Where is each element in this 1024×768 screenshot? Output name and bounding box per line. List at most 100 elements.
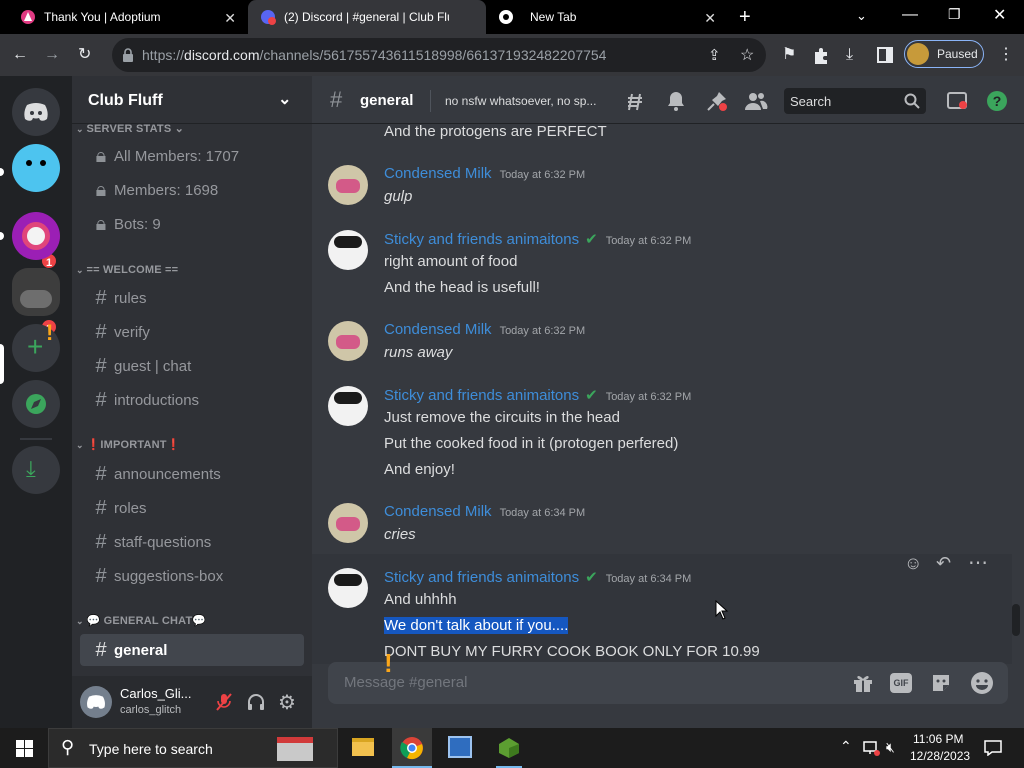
message-author[interactable]: Condensed Milk Today at 6:34 PM — [384, 503, 585, 520]
new-tab-button[interactable]: + — [739, 6, 751, 29]
sticker-icon[interactable] — [930, 672, 952, 694]
close-window-icon[interactable]: ✕ — [993, 5, 1006, 25]
windows-start-icon[interactable] — [16, 740, 33, 757]
remote-desktop-icon[interactable] — [448, 736, 472, 758]
channel-rules[interactable]: # rules — [80, 282, 304, 314]
message-author[interactable]: Condensed Milk Today at 6:32 PM — [384, 165, 585, 182]
avatar[interactable] — [80, 686, 112, 718]
add-server-button[interactable]: + ! — [12, 320, 60, 372]
flag-extension-icon[interactable]: ⚑ — [782, 47, 796, 63]
gif-icon[interactable]: GIF — [890, 673, 912, 693]
channel-sidebar: Club Fluff ⌄ ⌄ SERVER STATS ⌄ 🔒︎ All Memb… — [72, 76, 312, 728]
category-important[interactable]: ⌄ ❗IMPORTANT❗ — [76, 438, 181, 451]
user-display-name[interactable]: Carlos_Gli... — [120, 686, 192, 701]
forward-icon[interactable]: → — [44, 47, 60, 63]
server-icon-film[interactable] — [12, 212, 60, 260]
taskbar-time[interactable]: 11:06 PM — [913, 732, 963, 746]
avatar[interactable] — [328, 165, 368, 205]
channel-guest-chat[interactable]: # guest | chat — [80, 350, 304, 382]
tab-adoptium[interactable]: Thank You | Adoptium ✕ — [8, 0, 246, 34]
avatar[interactable] — [328, 568, 368, 608]
pin-icon[interactable] — [706, 90, 728, 112]
share-icon[interactable]: ⇪ — [708, 46, 721, 64]
download-icon[interactable]: ⤓ — [846, 47, 853, 63]
message-author[interactable]: Condensed Milk Today at 6:32 PM — [384, 321, 585, 338]
show-hidden-icons-icon[interactable]: ⌃ — [840, 738, 852, 755]
channel-staff-questions[interactable]: # staff-questions — [80, 526, 304, 558]
tab-search-icon[interactable]: ⌄ — [856, 8, 867, 24]
avatar[interactable] — [328, 386, 368, 426]
channel-members[interactable]: 🔒︎ Members: 1698 — [80, 174, 304, 206]
tab-new-tab[interactable]: New Tab ✕ — [488, 0, 726, 34]
back-icon[interactable]: ← — [12, 47, 28, 63]
members-icon[interactable] — [744, 90, 768, 112]
category-welcome[interactable]: ⌄ == WELCOME == — [76, 264, 178, 276]
taskbar-chrome-button[interactable] — [392, 728, 432, 768]
gift-icon[interactable] — [852, 672, 874, 694]
hash-icon: # — [95, 462, 107, 485]
category-server-stats[interactable]: ⌄ SERVER STATS ⌄ — [76, 122, 184, 135]
channel-announcements[interactable]: # announcements — [80, 458, 304, 490]
headphones-icon[interactable] — [246, 692, 266, 712]
network-icon[interactable] — [862, 740, 880, 756]
category-general-chat[interactable]: ⌄ 💬 GENERAL CHAT💬 — [76, 614, 206, 627]
tab-discord[interactable]: (2) Discord | #general | Club Fluff — [248, 0, 486, 34]
close-tab-icon[interactable]: ✕ — [704, 10, 716, 27]
minimize-icon[interactable]: — — [902, 6, 918, 24]
scrollbar-thumb[interactable] — [1012, 604, 1020, 636]
chrome-icon — [400, 737, 423, 760]
message-author[interactable]: Sticky and friends animaitons ✔ Today at 6… — [384, 386, 691, 404]
explore-servers-button[interactable] — [12, 380, 60, 428]
add-reaction-icon[interactable]: ☺ — [904, 553, 922, 574]
chrome-menu-icon[interactable]: ⋮ — [998, 47, 1014, 63]
restore-icon[interactable]: ❐ — [948, 6, 961, 23]
volume-muted-icon[interactable]: 🔇︎ — [886, 739, 895, 756]
address-bar[interactable]: https://discord.com/channels/56175574361… — [112, 38, 766, 72]
avatar[interactable] — [328, 503, 368, 543]
inbox-icon[interactable] — [946, 90, 968, 112]
bookmark-star-icon[interactable]: ☆ — [740, 45, 754, 65]
search-input[interactable]: Search — [784, 88, 926, 114]
channel-suggestions-box[interactable]: # suggestions-box — [80, 560, 304, 592]
tab-title: (2) Discord | #general | Club Fluff — [284, 10, 449, 24]
threads-icon[interactable] — [624, 90, 646, 112]
channel-verify[interactable]: # verify — [80, 316, 304, 348]
channel-topic[interactable]: no nsfw whatsoever, no sp... — [445, 94, 596, 108]
avatar[interactable] — [328, 321, 368, 361]
profile-paused-button[interactable]: Paused — [904, 40, 984, 68]
server-header[interactable]: Club Fluff ⌄ — [72, 76, 312, 124]
server-icon-blue-face[interactable] — [12, 144, 60, 192]
channel-roles[interactable]: # roles — [80, 492, 304, 524]
header-divider — [430, 90, 431, 112]
message-input[interactable]: Message #general ! GIF — [328, 648, 1008, 704]
lock-icon[interactable] — [122, 48, 134, 62]
tab-title: New Tab — [530, 10, 577, 24]
taskbar-search-box[interactable]: ⚲ Type here to search — [48, 728, 338, 768]
channel-all-members[interactable]: 🔒︎ All Members: 1707 — [80, 140, 304, 172]
channel-bots[interactable]: 🔒︎ Bots: 9 — [80, 208, 304, 240]
reload-icon[interactable]: ↻ — [78, 47, 91, 63]
taskbar-date[interactable]: 12/28/2023 — [910, 749, 970, 763]
help-icon[interactable]: ? — [986, 90, 1008, 112]
more-options-icon[interactable]: ⋯ — [968, 550, 988, 575]
reply-icon[interactable]: ↶ — [936, 553, 951, 574]
server-icon-club-fluff[interactable] — [12, 268, 60, 316]
avatar[interactable] — [328, 230, 368, 270]
message-author[interactable]: Sticky and friends animaitons ✔ Today at 6… — [384, 230, 691, 248]
close-tab-icon[interactable]: ✕ — [224, 10, 236, 27]
message-author[interactable]: Sticky and friends animaitons ✔ Today at 6… — [384, 568, 691, 586]
file-explorer-icon[interactable] — [352, 738, 374, 756]
extensions-puzzle-icon[interactable] — [812, 46, 830, 64]
channel-introductions[interactable]: # introductions — [80, 384, 304, 416]
bell-icon[interactable] — [666, 90, 686, 112]
browser-toolbar: ← → ↻ https://discord.com/channels/56175… — [0, 34, 1024, 76]
home-button[interactable] — [12, 88, 60, 136]
mute-mic-icon[interactable] — [214, 692, 234, 712]
emoji-icon[interactable] — [970, 671, 994, 695]
gear-icon[interactable]: ⚙ — [278, 690, 296, 715]
minecraft-launcher-icon[interactable] — [497, 736, 521, 760]
side-panel-icon[interactable] — [877, 47, 893, 63]
channel-general[interactable]: # general — [80, 634, 304, 666]
download-apps-button[interactable]: ⤓ — [12, 446, 60, 494]
notification-center-icon[interactable] — [984, 740, 1002, 756]
